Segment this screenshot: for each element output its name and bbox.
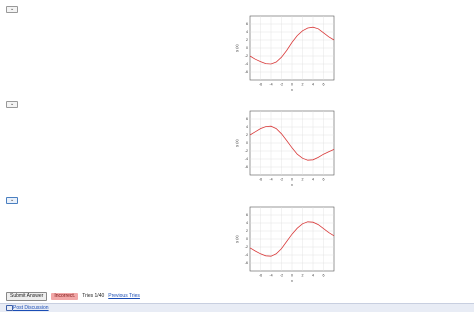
chevron-down-icon: ⌄ <box>10 6 15 12</box>
y-axis-label: y (x) <box>235 139 239 147</box>
x-tick-label: 4 <box>312 178 314 182</box>
previous-tries-link[interactable]: Previous Tries <box>108 293 140 299</box>
y-axis-label: y (x) <box>235 235 239 243</box>
chevron-down-icon: ⌄ <box>10 101 15 107</box>
x-tick-label: -4 <box>269 178 272 182</box>
status-badge: Incorrect. <box>51 292 79 300</box>
x-tick-label: -6 <box>259 274 262 278</box>
y-tick-label: 2 <box>246 133 248 137</box>
y-tick-label: -4 <box>245 62 248 66</box>
x-axis-label: x <box>291 279 293 283</box>
x-tick-label: 6 <box>323 178 325 182</box>
x-tick-label: 2 <box>302 274 304 278</box>
y-tick-label: 0 <box>246 237 248 241</box>
y-tick-label: 6 <box>246 213 248 217</box>
answer-select-2[interactable]: ⌄ <box>6 101 18 108</box>
y-tick-label: 6 <box>246 22 248 26</box>
x-tick-label: 4 <box>312 83 314 87</box>
y-tick-label: 4 <box>246 125 248 129</box>
y-tick-label: -2 <box>245 149 248 153</box>
x-tick-label: -2 <box>280 274 283 278</box>
x-tick-label: -4 <box>269 83 272 87</box>
x-tick-label: 0 <box>291 178 293 182</box>
x-axis-label: x <box>291 88 293 92</box>
y-axis-label: y (x) <box>235 44 239 52</box>
y-tick-label: -4 <box>245 253 248 257</box>
y-tick-label: 0 <box>246 141 248 145</box>
x-tick-label: 0 <box>291 274 293 278</box>
plot-1: -6 -4 -2 0 2 4 6 6 4 2 0 -2 -4 -6 x y (x) <box>235 15 335 92</box>
y-tick-label: -2 <box>245 245 248 249</box>
chevron-down-icon: ⌄ <box>10 197 15 203</box>
x-axis-label: x <box>291 183 293 187</box>
answer-select-3[interactable]: ⌄ <box>6 197 18 204</box>
x-tick-label: 4 <box>312 274 314 278</box>
x-tick-label: 2 <box>302 83 304 87</box>
y-tick-label: 6 <box>246 117 248 121</box>
discussion-icon <box>6 305 13 311</box>
x-tick-label: -2 <box>280 83 283 87</box>
x-tick-label: 2 <box>302 178 304 182</box>
y-tick-label: 4 <box>246 221 248 225</box>
plot-3: -6 -4 -2 0 2 4 6 6 4 2 0 -2 -4 -6 x y (x) <box>235 206 335 283</box>
x-tick-label: -6 <box>259 178 262 182</box>
y-tick-label: -6 <box>245 70 248 74</box>
y-tick-label: 0 <box>246 46 248 50</box>
y-tick-label: 2 <box>246 38 248 42</box>
x-tick-label: 0 <box>291 83 293 87</box>
x-tick-label: -6 <box>259 83 262 87</box>
y-tick-label: -2 <box>245 54 248 58</box>
y-tick-label: -6 <box>245 165 248 169</box>
y-tick-label: -6 <box>245 261 248 265</box>
answer-select-1[interactable]: ⌄ <box>6 6 18 13</box>
y-tick-label: -4 <box>245 157 248 161</box>
tries-counter: Tries 1/40 <box>82 293 105 299</box>
answer-controls: Submit Answer Incorrect. Tries 1/40 Prev… <box>6 291 140 301</box>
x-tick-label: -4 <box>269 274 272 278</box>
plot-2: -6 -4 -2 0 2 4 6 6 4 2 0 -2 -4 -6 x y (x) <box>235 110 335 187</box>
y-tick-label: 4 <box>246 30 248 34</box>
x-tick-label: 6 <box>323 274 325 278</box>
x-tick-label: -2 <box>280 178 283 182</box>
submit-answer-button[interactable]: Submit Answer <box>6 291 48 301</box>
x-tick-label: 6 <box>323 83 325 87</box>
y-tick-label: 2 <box>246 229 248 233</box>
